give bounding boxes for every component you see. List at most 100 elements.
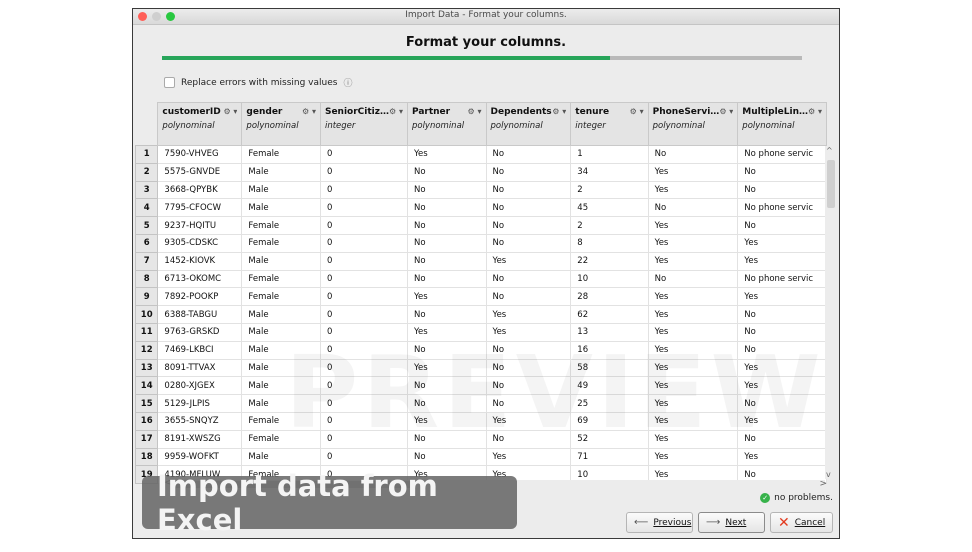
replace-errors-checkbox[interactable] — [164, 77, 175, 88]
column-header[interactable]: PhoneServi… ⚙ ▾ polynominal — [647, 102, 739, 146]
table-cell: 0 — [319, 287, 408, 307]
table-cell: No — [406, 216, 487, 235]
row-number[interactable]: 16 — [134, 411, 159, 431]
row-number[interactable]: 2 — [134, 162, 159, 182]
gear-icon[interactable]: ⚙ — [552, 107, 559, 116]
gear-icon[interactable]: ⚙ — [808, 107, 815, 116]
chevron-down-icon[interactable]: ▾ — [312, 107, 316, 116]
table-cell: 6713-OKOMC — [157, 269, 243, 289]
column-header[interactable]: MultipleLin… ⚙ ▾ polynominal — [737, 102, 827, 146]
cancel-button[interactable]: ✕ Cancel — [770, 512, 833, 533]
row-number[interactable]: 11 — [134, 322, 159, 342]
table-cell: Male — [241, 305, 321, 324]
table-cell: Female — [241, 269, 321, 289]
gear-icon[interactable]: ⚙ — [389, 107, 396, 116]
chevron-down-icon[interactable]: ▾ — [399, 107, 403, 116]
row-number[interactable]: 15 — [134, 394, 159, 413]
table-cell: Yes — [647, 340, 739, 360]
table-cell: No — [485, 376, 572, 396]
row-number[interactable]: 9 — [134, 287, 159, 307]
row-number[interactable]: 1 — [134, 145, 159, 164]
column-header[interactable]: SeniorCitiz… ⚙ ▾ integer — [319, 102, 408, 146]
table-cell: 34 — [570, 162, 649, 182]
column-type: polynominal — [246, 121, 299, 131]
row-number[interactable]: 6 — [134, 233, 159, 253]
chevron-down-icon[interactable]: ▾ — [233, 107, 237, 116]
table-cell: No — [737, 180, 827, 200]
video-caption-overlay: Import data from Excel — [142, 469, 517, 537]
column-header[interactable]: customerID ⚙ ▾ polynominal — [157, 102, 243, 146]
replace-errors-label[interactable]: Replace errors with missing values — [181, 78, 337, 88]
table-cell: Yes — [737, 411, 827, 431]
table-cell: 9959-WOFKT — [157, 447, 243, 467]
table-cell: Yes — [647, 394, 739, 413]
table-cell: Yes — [647, 287, 739, 307]
row-number[interactable]: 12 — [134, 340, 159, 360]
scroll-down-icon[interactable]: v — [826, 470, 831, 479]
table-cell: 0 — [319, 145, 408, 164]
previous-button[interactable]: ⟵ Previous — [626, 512, 693, 533]
table-cell: Yes — [406, 411, 487, 431]
column-header[interactable]: Partner ⚙ ▾ polynominal — [406, 102, 487, 146]
table-cell: Yes — [647, 162, 739, 182]
next-button[interactable]: ⟶ Next — [698, 512, 765, 533]
row-number[interactable]: 14 — [134, 376, 159, 396]
row-number[interactable]: 18 — [134, 447, 159, 467]
previous-label: Previous — [653, 517, 692, 528]
column-type: polynominal — [490, 121, 543, 131]
gear-icon[interactable]: ⚙ — [468, 107, 475, 116]
chevron-down-icon[interactable]: ▾ — [640, 107, 644, 116]
chevron-down-icon[interactable]: ▾ — [478, 107, 482, 116]
table-cell: Yes — [737, 287, 827, 307]
scroll-up-icon[interactable]: ^ — [826, 146, 833, 155]
table-cell: 7590-VHVEG — [157, 145, 243, 164]
scroll-right-icon[interactable]: > — [819, 479, 827, 489]
table-cell: 0 — [319, 251, 408, 271]
column-type: integer — [575, 121, 606, 131]
row-number[interactable]: 10 — [134, 305, 159, 324]
table-cell: No — [406, 376, 487, 396]
table-cell: 16 — [570, 340, 649, 360]
row-number[interactable]: 7 — [134, 251, 159, 271]
chevron-down-icon[interactable]: ▾ — [729, 107, 733, 116]
table-cell: Yes — [485, 447, 572, 467]
vertical-scroll-thumb[interactable] — [827, 160, 835, 208]
row-number[interactable]: 13 — [134, 358, 159, 378]
column-header[interactable]: tenure ⚙ ▾ integer — [570, 102, 649, 146]
table-cell: 0280-XJGEX — [157, 376, 243, 396]
status-text: no problems. — [774, 493, 833, 503]
table-cell: Male — [241, 162, 321, 182]
table-cell: 0 — [319, 198, 408, 218]
row-number[interactable]: 8 — [134, 269, 159, 289]
row-number[interactable]: 17 — [134, 429, 159, 449]
column-type: polynominal — [411, 121, 465, 131]
gear-icon[interactable]: ⚙ — [223, 107, 230, 116]
table-cell: Yes — [647, 447, 739, 467]
table-cell: 10 — [570, 269, 649, 289]
table-cell: Yes — [647, 216, 739, 235]
table-row: 2 5575-GNVDE Male 0 No No 34 Yes No — [134, 162, 827, 182]
row-number[interactable]: 3 — [134, 180, 159, 200]
gear-icon[interactable]: ⚙ — [302, 107, 309, 116]
table-cell: Yes — [485, 251, 572, 271]
vertical-scrollbar[interactable]: ^ v — [825, 146, 837, 479]
chevron-down-icon[interactable]: ▾ — [818, 107, 822, 116]
chevron-down-icon[interactable]: ▾ — [562, 107, 566, 116]
table-cell: No — [406, 394, 487, 413]
table-row: 10 6388-TABGU Male 0 No Yes 62 Yes No — [134, 305, 827, 324]
table-cell: 2 — [570, 180, 649, 200]
info-icon[interactable]: ⓘ — [343, 76, 352, 89]
column-header[interactable]: Dependents ⚙ ▾ polynominal — [485, 102, 572, 146]
table-cell: No — [485, 429, 572, 449]
data-preview-table: customerID ⚙ ▾ polynominal gender ⚙ ▾ polynom… — [134, 102, 827, 485]
gear-icon[interactable]: ⚙ — [630, 107, 637, 116]
row-number[interactable]: 5 — [134, 216, 159, 235]
gear-icon[interactable]: ⚙ — [719, 107, 726, 116]
wizard-progress-fill — [162, 56, 610, 60]
table-cell: 5575-GNVDE — [157, 162, 243, 182]
table-cell: No — [485, 269, 572, 289]
row-number[interactable]: 4 — [134, 198, 159, 218]
column-header[interactable]: gender ⚙ ▾ polynominal — [241, 102, 321, 146]
table-cell: No — [406, 198, 487, 218]
table-cell: No — [737, 340, 827, 360]
